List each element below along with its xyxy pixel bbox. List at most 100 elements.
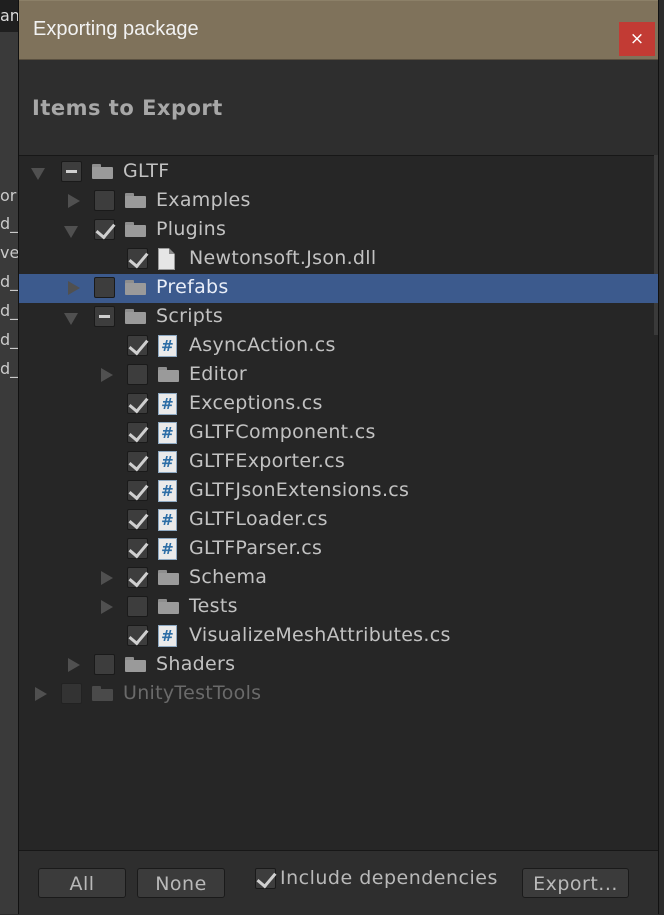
select-all-button[interactable]: All <box>38 868 126 898</box>
expand-arrow-icon[interactable] <box>64 226 78 238</box>
tree-row[interactable]: # AsyncAction.cs <box>19 332 658 361</box>
item-checkbox[interactable] <box>94 306 115 327</box>
dialog-titlebar[interactable]: Exporting package × <box>19 0 658 60</box>
tree-row[interactable]: Schema <box>19 564 658 593</box>
item-checkbox[interactable] <box>127 509 148 530</box>
folder-icon <box>158 599 179 614</box>
close-icon: × <box>629 29 645 49</box>
tree-item-label: Prefabs <box>156 276 229 298</box>
background-text-fragment: d_ <box>0 359 19 378</box>
tree-item-label: Scripts <box>156 305 224 327</box>
tree-item-label: UnityTestTools <box>123 682 262 704</box>
background-text-fragment: d_ <box>0 330 19 349</box>
tree-row[interactable]: Plugins <box>19 216 658 245</box>
collapse-arrow-icon[interactable] <box>101 600 113 614</box>
folder-icon <box>125 280 146 295</box>
collapse-arrow-icon[interactable] <box>101 368 113 382</box>
include-dependencies-checkbox[interactable] <box>255 868 276 889</box>
background-text-fragment: d_ <box>0 272 19 291</box>
tree-item-label: Tests <box>189 595 238 617</box>
folder-icon <box>158 570 179 585</box>
tree-row[interactable]: Examples <box>19 187 658 216</box>
collapse-arrow-icon[interactable] <box>35 687 47 701</box>
tree-row[interactable]: # GLTFJsonExtensions.cs <box>19 477 658 506</box>
item-checkbox[interactable] <box>94 277 115 298</box>
tree-item-label: Examples <box>156 189 251 211</box>
collapse-arrow-icon[interactable] <box>68 281 80 295</box>
tree-row[interactable]: Scripts <box>19 303 658 332</box>
item-checkbox[interactable] <box>127 335 148 356</box>
export-button[interactable]: Export... <box>522 868 629 898</box>
tree-item-label: Plugins <box>156 218 227 240</box>
tree-item-label: Newtonsoft.Json.dll <box>189 247 377 269</box>
csharp-file-icon: # <box>158 538 177 560</box>
background-text-fragment: d_ <box>0 214 19 233</box>
item-checkbox[interactable] <box>127 567 148 588</box>
tree-item-label: GLTFExporter.cs <box>189 450 346 472</box>
collapse-arrow-icon[interactable] <box>68 194 80 208</box>
collapse-arrow-icon[interactable] <box>101 571 113 585</box>
item-checkbox[interactable] <box>61 683 82 704</box>
select-none-button[interactable]: None <box>137 868 225 898</box>
tree-item-label: Shaders <box>156 653 236 675</box>
background-editor: an or d_ ve d_ d_ d_ d_ <box>0 0 20 914</box>
item-checkbox[interactable] <box>127 248 148 269</box>
item-checkbox[interactable] <box>127 625 148 646</box>
item-checkbox[interactable] <box>61 161 82 182</box>
dll-file-icon <box>158 248 175 270</box>
tree-row[interactable]: # GLTFParser.cs <box>19 535 658 564</box>
expand-arrow-icon[interactable] <box>64 313 78 325</box>
collapse-arrow-icon[interactable] <box>68 658 80 672</box>
tree-item-label: VisualizeMeshAttributes.cs <box>189 624 451 646</box>
tree-row[interactable]: # GLTFComponent.cs <box>19 419 658 448</box>
item-checkbox[interactable] <box>127 596 148 617</box>
tree-row[interactable]: Prefabs <box>19 274 658 303</box>
csharp-file-icon: # <box>158 451 177 473</box>
tree-item-label: GLTFParser.cs <box>189 537 323 559</box>
background-tab-fragment: an <box>0 0 20 32</box>
include-dependencies-label: Include dependencies <box>280 867 498 889</box>
folder-icon <box>125 309 146 324</box>
csharp-file-icon: # <box>158 509 177 531</box>
item-checkbox[interactable] <box>94 190 115 211</box>
tree-row[interactable]: Editor <box>19 361 658 390</box>
tree-item-label: AsyncAction.cs <box>189 334 336 356</box>
csharp-file-icon: # <box>158 393 177 415</box>
item-checkbox[interactable] <box>127 393 148 414</box>
tree-item-label: GLTFComponent.cs <box>189 421 376 443</box>
folder-icon <box>125 193 146 208</box>
tree-row[interactable]: GLTF <box>19 158 658 187</box>
folder-icon <box>125 222 146 237</box>
dialog-title: Exporting package <box>33 18 199 40</box>
item-checkbox[interactable] <box>94 654 115 675</box>
tree-row[interactable]: Shaders <box>19 651 658 680</box>
folder-icon <box>125 657 146 672</box>
item-checkbox[interactable] <box>127 422 148 443</box>
tree-item-label: GLTF <box>123 160 170 182</box>
tree-item-label: GLTFJsonExtensions.cs <box>189 479 410 501</box>
tree-item-label: Schema <box>189 566 268 588</box>
expand-arrow-icon[interactable] <box>31 168 45 180</box>
csharp-file-icon: # <box>158 480 177 502</box>
item-checkbox[interactable] <box>127 480 148 501</box>
item-checkbox[interactable] <box>94 219 115 240</box>
tree-item-label: Exceptions.cs <box>189 392 323 414</box>
close-button[interactable]: × <box>619 22 655 56</box>
export-package-dialog: Exporting package × Items to Export GLTF… <box>18 0 659 915</box>
tree-row[interactable]: # GLTFExporter.cs <box>19 448 658 477</box>
folder-icon <box>158 367 179 382</box>
item-checkbox[interactable] <box>127 364 148 385</box>
csharp-file-icon: # <box>158 625 177 647</box>
tree-row[interactable]: Tests <box>19 593 658 622</box>
dialog-header: Items to Export <box>19 60 658 156</box>
csharp-file-icon: # <box>158 422 177 444</box>
csharp-file-icon: # <box>158 335 177 357</box>
item-checkbox[interactable] <box>127 538 148 559</box>
tree-row[interactable]: # VisualizeMeshAttributes.cs <box>19 622 658 651</box>
tree-row[interactable]: UnityTestTools <box>19 680 658 709</box>
background-text-fragment: ve <box>0 243 20 262</box>
tree-row[interactable]: Newtonsoft.Json.dll <box>19 245 658 274</box>
tree-row[interactable]: # Exceptions.cs <box>19 390 658 419</box>
item-checkbox[interactable] <box>127 451 148 472</box>
tree-row[interactable]: # GLTFLoader.cs <box>19 506 658 535</box>
